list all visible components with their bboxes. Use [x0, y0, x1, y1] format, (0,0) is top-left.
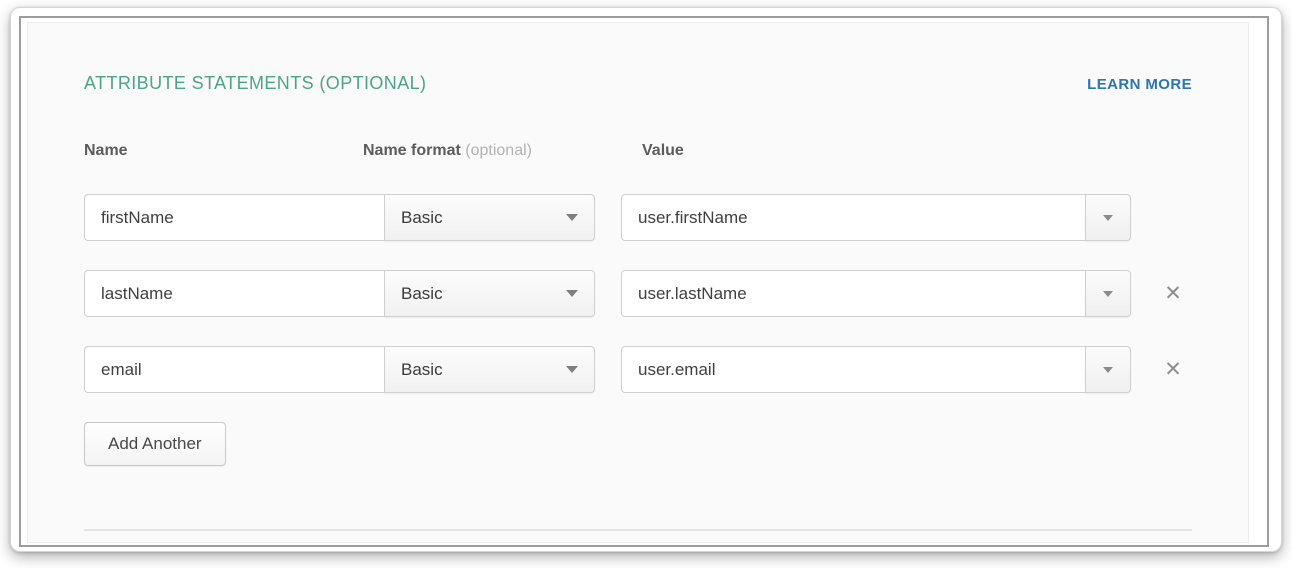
attribute-row: Basic [84, 194, 1192, 241]
name-format-select[interactable]: Basic [384, 194, 595, 241]
attribute-statements-card: ATTRIBUTE STATEMENTS (OPTIONAL) LEARN MO… [19, 16, 1269, 547]
chevron-down-icon [1103, 215, 1113, 221]
value-dropdown-button[interactable] [1085, 194, 1131, 241]
section-header: ATTRIBUTE STATEMENTS (OPTIONAL) LEARN MO… [84, 73, 1192, 94]
attribute-row: Basic ✕ [84, 346, 1192, 393]
column-header-value: Value [642, 142, 684, 160]
column-headers: Name Name format (optional) Value [84, 142, 1192, 160]
section-divider [84, 529, 1192, 531]
value-combobox [621, 270, 1131, 317]
column-header-name-format: Name format (optional) [363, 142, 642, 160]
chevron-down-icon [566, 214, 578, 221]
remove-row-button[interactable]: ✕ [1157, 278, 1189, 310]
add-another-button[interactable]: Add Another [84, 422, 226, 466]
chevron-down-icon [1103, 291, 1113, 297]
name-format-select[interactable]: Basic [384, 270, 595, 317]
attribute-name-input[interactable] [84, 346, 384, 393]
screenshot-window: ATTRIBUTE STATEMENTS (OPTIONAL) LEARN MO… [10, 7, 1282, 552]
value-dropdown-button[interactable] [1085, 346, 1131, 393]
name-format-selected-value: Basic [401, 284, 443, 304]
chevron-down-icon [566, 290, 578, 297]
section-title: ATTRIBUTE STATEMENTS (OPTIONAL) [84, 73, 426, 94]
chevron-down-icon [566, 366, 578, 373]
value-combobox [621, 194, 1131, 241]
attribute-value-input[interactable] [621, 270, 1086, 317]
name-format-select[interactable]: Basic [384, 346, 595, 393]
column-header-name-format-label: Name format [363, 142, 461, 159]
attribute-name-input[interactable] [84, 194, 384, 241]
attribute-row: Basic ✕ [84, 270, 1192, 317]
attribute-value-input[interactable] [621, 346, 1086, 393]
name-format-selected-value: Basic [401, 360, 443, 380]
attribute-statements-panel: ATTRIBUTE STATEMENTS (OPTIONAL) LEARN MO… [27, 22, 1249, 543]
attribute-value-input[interactable] [621, 194, 1086, 241]
column-header-optional-qualifier: (optional) [465, 142, 532, 159]
attribute-name-input[interactable] [84, 270, 384, 317]
attribute-rows: Basic Basic [84, 194, 1192, 393]
chevron-down-icon [1103, 367, 1113, 373]
value-combobox [621, 346, 1131, 393]
value-dropdown-button[interactable] [1085, 270, 1131, 317]
remove-row-button[interactable]: ✕ [1157, 354, 1189, 386]
name-format-selected-value: Basic [401, 208, 443, 228]
column-header-name: Name [84, 142, 363, 160]
learn-more-link[interactable]: LEARN MORE [1087, 76, 1192, 93]
